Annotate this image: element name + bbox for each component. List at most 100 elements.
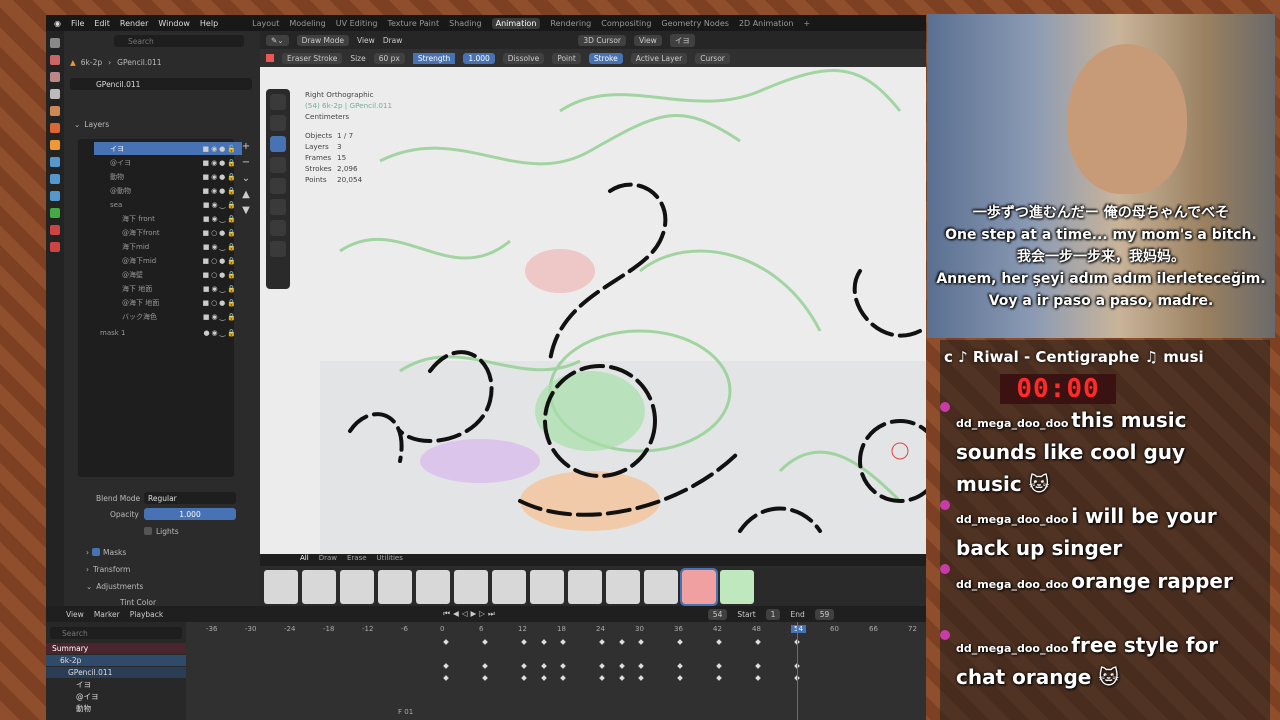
layer-visibility-icons[interactable]: ■◉‿🔒 — [203, 201, 238, 209]
draw-tool-icon[interactable] — [270, 115, 286, 131]
scene-tab-icon[interactable] — [50, 106, 60, 116]
tab-uv-editing[interactable]: UV Editing — [336, 19, 378, 28]
keyframe[interactable] — [677, 675, 683, 681]
shader-fx-tab-icon[interactable] — [50, 174, 60, 184]
tab-modeling[interactable]: Modeling — [289, 19, 325, 28]
menu-help[interactable]: Help — [200, 19, 218, 28]
eyedropper-tool-icon[interactable] — [270, 220, 286, 236]
layer-item[interactable]: イヨ ■◉●🔓 — [94, 142, 242, 155]
start-frame-field[interactable]: 1 — [765, 608, 781, 620]
channel-layer[interactable]: 動物 — [46, 703, 186, 714]
keyframe[interactable] — [540, 663, 547, 669]
physics-tab-icon[interactable] — [50, 191, 60, 201]
brush-thumbnail[interactable] — [264, 570, 298, 604]
brush-thumbnail[interactable] — [454, 570, 488, 604]
current-frame-field[interactable]: 54 — [707, 608, 728, 620]
keyframe[interactable] — [716, 639, 722, 645]
layer-specials-icon[interactable]: ⌄ — [238, 171, 254, 187]
keyframe[interactable] — [521, 639, 527, 645]
channel-gpencil[interactable]: GPencil.011 — [46, 667, 186, 678]
timeline-view-menu[interactable]: View — [66, 610, 84, 619]
move-layer-up-icon[interactable]: ▲ — [238, 187, 254, 203]
material-tab-icon[interactable] — [50, 225, 60, 235]
tab-rendering[interactable]: Rendering — [550, 19, 591, 28]
tab-all[interactable]: All — [300, 554, 309, 566]
layer-item[interactable]: mask 1 ●◉‿🔒 — [94, 326, 242, 339]
layer-item[interactable]: バック海色 ■◉‿🔒 — [94, 310, 242, 323]
channel-summary[interactable]: Summary — [46, 643, 186, 654]
layer-visibility-icons[interactable]: ■◉●🔒 — [202, 187, 238, 195]
channel-layer[interactable]: @イヨ — [46, 691, 186, 702]
layer-group-item[interactable]: sea ■◉‿🔒 — [94, 198, 242, 211]
keyframe[interactable] — [677, 663, 683, 669]
cursor-placement-select[interactable]: 3D Cursor — [578, 34, 626, 46]
keyframe[interactable] — [618, 639, 625, 645]
tool-tab-icon[interactable] — [50, 38, 60, 48]
tab-layout[interactable]: Layout — [252, 19, 279, 28]
draw-menu[interactable]: Draw — [383, 36, 403, 45]
menu-file[interactable]: File — [71, 19, 84, 28]
keyframe[interactable] — [755, 675, 761, 681]
brush-thumbnail[interactable] — [530, 570, 564, 604]
menu-window[interactable]: Window — [158, 19, 190, 28]
layer-visibility-icons[interactable]: ●◉‿🔒 — [203, 329, 238, 337]
playhead[interactable] — [797, 622, 798, 720]
keyframe[interactable] — [716, 675, 722, 681]
opacity-slider[interactable]: 1.000 — [144, 508, 236, 520]
brush-thumbnail[interactable] — [302, 570, 336, 604]
layer-item[interactable]: @海下 地面 ■○●🔒 — [94, 296, 242, 309]
render-tab-icon[interactable] — [50, 55, 60, 65]
keyframe[interactable] — [638, 639, 644, 645]
line-tool-icon[interactable] — [270, 199, 286, 215]
timeline-playback-menu[interactable]: Playback — [130, 610, 163, 619]
size-field[interactable]: 60 px — [373, 52, 405, 64]
masks-checkbox[interactable] — [92, 548, 100, 556]
brush-thumbnail[interactable] — [720, 570, 754, 604]
add-workspace-icon[interactable]: + — [803, 19, 810, 28]
menu-edit[interactable]: Edit — [94, 19, 110, 28]
keyframe[interactable] — [755, 639, 761, 645]
gpencil-data-selector[interactable]: GPencil.011 — [70, 78, 252, 90]
layer-visibility-icons[interactable]: ■◉●🔒 — [202, 173, 238, 181]
tab-compositing[interactable]: Compositing — [601, 19, 651, 28]
layer-visibility-icons[interactable]: ■◉‿🔒 — [203, 243, 238, 251]
timeline-search-input[interactable]: Search — [50, 627, 182, 639]
menu-render[interactable]: Render — [120, 19, 148, 28]
keyframe[interactable] — [599, 639, 605, 645]
strength-field[interactable]: 1.000 — [463, 52, 495, 64]
mode-point[interactable]: Point — [552, 52, 581, 64]
layer-visibility-icons[interactable]: ■○●🔒 — [202, 229, 238, 237]
layer-item[interactable]: @海下mid ■○●🔒 — [94, 254, 242, 267]
tab-draw[interactable]: Draw — [319, 554, 337, 566]
brush-thumbnail[interactable] — [340, 570, 374, 604]
mode-stroke[interactable]: Stroke — [588, 52, 623, 64]
curve-tool-icon[interactable] — [270, 241, 286, 257]
keyframe[interactable] — [521, 675, 527, 681]
masks-section-header[interactable]: › Masks — [64, 545, 260, 559]
channel-layer[interactable]: イヨ — [46, 679, 186, 690]
brush-thumbnail[interactable] — [644, 570, 678, 604]
brush-select[interactable]: Eraser Stroke — [282, 52, 343, 64]
tab-texture-paint[interactable]: Texture Paint — [387, 19, 439, 28]
layer-visibility-icons[interactable]: ■◉‿🔒 — [203, 313, 238, 321]
layer-visibility-icons[interactable]: ■○●🔒 — [202, 257, 238, 265]
move-layer-down-icon[interactable]: ▼ — [238, 203, 254, 219]
keyframe-area[interactable]: -36 -30 -24 -18 -12 -6 0 6 12 18 24 30 36 42 48 54 60 66 7… — [186, 622, 926, 720]
keyframe[interactable] — [638, 675, 644, 681]
layer-item[interactable]: 動物 ■◉●🔒 — [94, 170, 242, 183]
output-tab-icon[interactable] — [50, 72, 60, 82]
layer-list[interactable]: イヨ ■◉●🔓 @イヨ ■◉●🔒 動物 ■◉●🔒 @動物 ■◉●🔒 sea ■◉‿🔒 海下… — [78, 139, 242, 477]
transform-section-header[interactable]: › Transform — [64, 562, 260, 576]
tab-geometry-nodes[interactable]: Geometry Nodes — [661, 19, 728, 28]
keyframe[interactable] — [443, 663, 449, 669]
layer-item[interactable]: @動物 ■◉●🔒 — [94, 184, 242, 197]
keyframe[interactable] — [560, 639, 566, 645]
channel-object[interactable]: 6k-2p — [46, 655, 186, 666]
tab-animation[interactable]: Animation — [491, 17, 541, 29]
brush-thumbnail[interactable] — [416, 570, 450, 604]
keyframe[interactable] — [482, 663, 488, 669]
end-frame-field[interactable]: 59 — [814, 608, 835, 620]
adjustments-section-header[interactable]: ⌄ Adjustments — [64, 579, 260, 593]
layer-visibility-icons[interactable]: ■◉●🔓 — [202, 145, 238, 153]
data-tab-icon[interactable] — [50, 208, 60, 218]
